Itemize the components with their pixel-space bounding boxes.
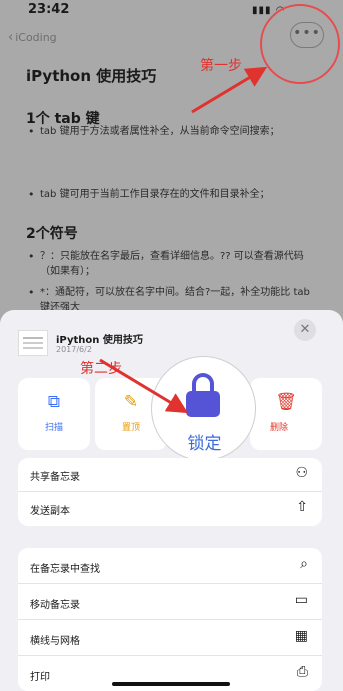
share-note-row[interactable]: 共享备忘录 ⚇	[18, 458, 322, 492]
folder-icon: ▭	[294, 592, 308, 608]
bullet-icon: •	[28, 250, 35, 263]
close-button[interactable]: ✕	[294, 319, 316, 341]
trash-icon: 🗑	[275, 392, 297, 412]
row-label: 共享备忘录	[30, 472, 80, 483]
back-label: iCoding	[15, 31, 57, 44]
row-label: 移动备忘录	[30, 600, 80, 611]
lock-icon-body	[186, 391, 220, 417]
lock-label: 锁定	[187, 434, 222, 454]
list-item-text: *：通配符，可以放在名字中间。结合?一起，补全功能比 tab 键还强大	[40, 287, 310, 313]
note-title: iPython 使用技巧	[26, 67, 157, 85]
bullet-icon: •	[28, 188, 35, 201]
share-sheet: iPython 使用技巧 2017/6/2 ✕ 第二步 ⧉ 扫描 ✎ 置顶 🗑 …	[0, 310, 343, 691]
scan-button[interactable]: ⧉ 扫描	[18, 378, 90, 450]
list-item: • *：通配符，可以放在名字中间。结合?一起，补全功能比 tab 键还强大	[28, 285, 318, 313]
delete-label: 删除	[270, 423, 289, 433]
add-person-icon: ⚇	[295, 465, 308, 481]
lock-button[interactable]: 锁定	[151, 356, 256, 461]
share-icon: ⇧	[296, 499, 308, 515]
print-icon: ⎙	[296, 664, 308, 680]
close-icon: ✕	[299, 322, 311, 337]
home-indicator	[112, 682, 230, 686]
row-label: 发送副本	[30, 506, 70, 517]
row-label: 在备忘录中查找	[30, 564, 100, 575]
move-note-row[interactable]: 移动备忘录 ▭	[18, 584, 322, 620]
delete-button[interactable]: 🗑 删除	[250, 378, 322, 450]
bullet-icon: •	[28, 286, 35, 299]
share-sheet-header: iPython 使用技巧 2017/6/2 ✕	[0, 310, 343, 370]
grid-icon: ▦	[294, 628, 308, 644]
note-thumbnail	[18, 330, 48, 356]
section2-heading: 2个符号	[26, 226, 78, 242]
step1-annotation: 第一步	[200, 58, 242, 74]
list-item-text: ？：只能放在名字最后，查看详细信息。?? 可以查看源代码（如果有）；	[40, 251, 304, 277]
share-note-date: 2017/6/2	[56, 345, 92, 354]
chevron-left-icon: ‹	[8, 30, 14, 45]
share-note-title: iPython 使用技巧	[56, 335, 143, 346]
find-in-note-row[interactable]: 在备忘录中查找 ⌕	[18, 548, 322, 584]
share-group: 共享备忘录 ⚇ 发送副本 ⇧	[18, 458, 322, 526]
list-item: • ？：只能放在名字最后，查看详细信息。?? 可以查看源代码（如果有）；	[28, 249, 318, 279]
ellipsis-icon: •••	[293, 25, 321, 41]
search-icon: ⌕	[300, 556, 308, 572]
scan-label: 扫描	[44, 423, 63, 433]
lines-grids-row[interactable]: 横线与网格 ▦	[18, 620, 322, 656]
back-button[interactable]: ‹ iCoding	[8, 30, 57, 45]
step2-annotation: 第二步	[80, 361, 122, 377]
list-item-text: tab 键可用于当前工作目录存在的文件和目录补全；	[40, 189, 270, 200]
send-copy-row[interactable]: 发送副本 ⇧	[18, 492, 322, 526]
status-time: 23:42	[28, 2, 70, 17]
bullet-icon: •	[28, 125, 35, 138]
row-label: 打印	[30, 672, 50, 683]
more-button[interactable]: •••	[290, 22, 324, 48]
row-label: 横线与网格	[30, 636, 80, 647]
list-item: • tab 键用于方法或者属性补全，从当前命令空间搜索；	[28, 124, 318, 139]
options-group: 在备忘录中查找 ⌕ 移动备忘录 ▭ 横线与网格 ▦ 打印 ⎙	[18, 548, 322, 691]
scan-icon: ⧉	[47, 392, 61, 412]
list-item: • tab 键可用于当前工作目录存在的文件和目录补全；	[28, 187, 318, 202]
list-item-text: tab 键用于方法或者属性补全，从当前命令空间搜索；	[40, 126, 280, 137]
